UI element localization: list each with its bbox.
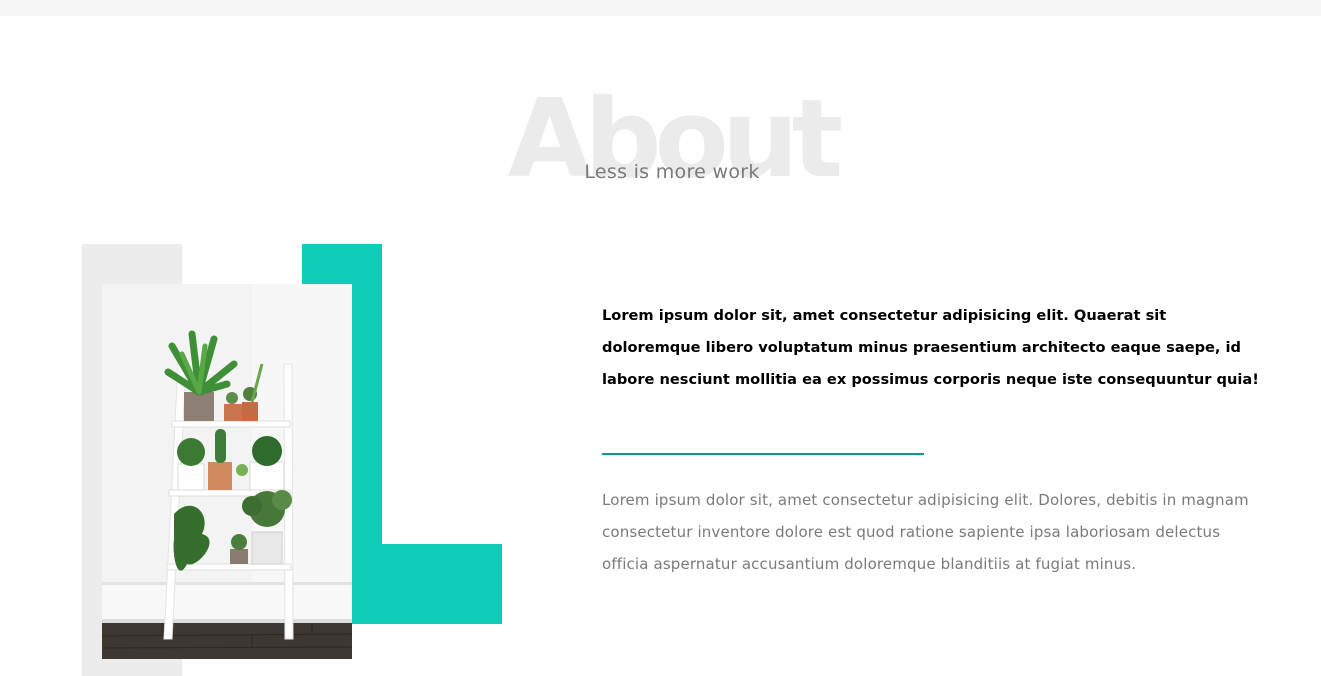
about-lead-text: Lorem ipsum dolor sit, amet consectetur …	[602, 307, 1259, 388]
section-subtitle: Less is more work	[584, 161, 760, 183]
top-bar	[0, 0, 1321, 16]
about-section: About Less is more work Lorem ipsum dolo…	[0, 16, 1321, 676]
about-photo	[102, 284, 352, 659]
about-body-text: Lorem ipsum dolor sit, amet consectetur …	[602, 491, 1249, 573]
section-divider	[602, 453, 924, 455]
